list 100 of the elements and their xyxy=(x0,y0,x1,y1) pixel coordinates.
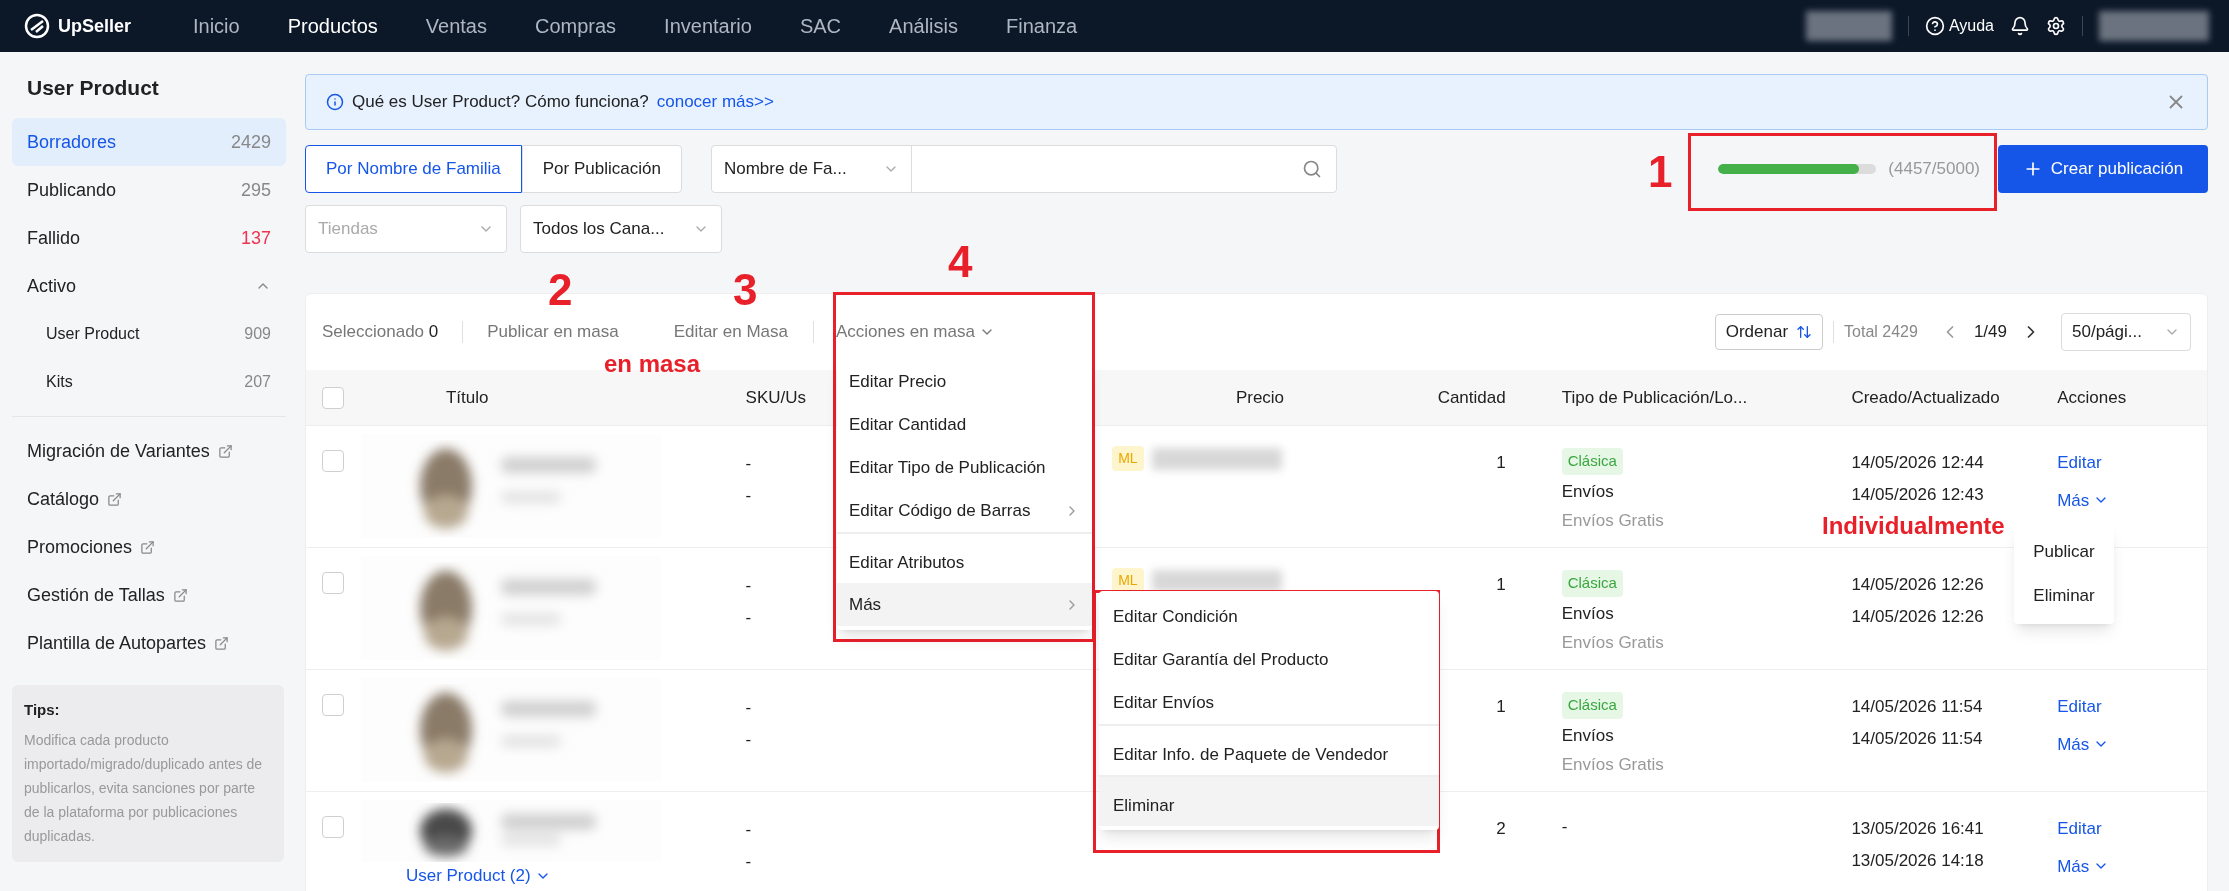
tips-text: Modifica cada producto importado/migrado/duplicado antes de publicarlos, evita sanciones por parte de la plataforma por publicaciones duplicadas. xyxy=(24,730,264,846)
checkbox[interactable] xyxy=(322,572,344,594)
sidebar-item[interactable]: User Product 909 xyxy=(12,310,286,358)
menu-item[interactable]: Editar Precio xyxy=(837,360,1092,403)
ml-badge: ML xyxy=(1112,446,1144,471)
quantity-text: 2 xyxy=(1496,819,1506,838)
help-button[interactable]: Ayuda xyxy=(1924,14,1994,38)
logo-text: UpSeller xyxy=(58,14,132,38)
external-link-icon xyxy=(217,443,233,459)
sidebar-item[interactable]: Borradores 2429 xyxy=(12,118,286,166)
bulk-actions-button[interactable]: Acciones en masa xyxy=(835,319,995,345)
menu-item[interactable]: Publicar xyxy=(2014,530,2114,574)
bulk-publish-button[interactable]: Publicar en masa xyxy=(487,319,619,345)
sku-text: - xyxy=(745,453,752,475)
nav-item[interactable]: Compras xyxy=(510,11,641,41)
type-tag: Clásica xyxy=(1561,448,1623,475)
menu-item[interactable]: Eliminar xyxy=(2014,574,2114,618)
external-link-icon xyxy=(172,587,188,603)
shipping-text: Envíos Gratis xyxy=(1561,510,1664,532)
nav-item[interactable]: Productos xyxy=(263,11,402,41)
updated-date: 14/05/2026 12:43 xyxy=(1851,483,1984,506)
sidebar-count: 295 xyxy=(240,178,271,202)
bulk-edit-button[interactable]: Editar en Masa xyxy=(673,319,788,345)
filter-select[interactable]: Todos los Cana... xyxy=(520,205,722,253)
external-link-icon xyxy=(214,635,230,651)
sku-text: - xyxy=(745,850,752,873)
menu-item[interactable]: Eliminar xyxy=(1099,775,1439,826)
type-text: Envíos xyxy=(1561,724,1614,747)
menu-item[interactable]: Editar Cantidad xyxy=(837,403,1092,446)
shipping-text: Envíos Gratis xyxy=(1561,632,1664,654)
nav-item[interactable]: SAC xyxy=(775,11,866,41)
nav-item[interactable]: Inicio xyxy=(169,11,264,41)
selected-count: Seleccionado 0 xyxy=(322,321,439,344)
nav-item[interactable]: Finanza xyxy=(981,11,1102,41)
sidebar-item[interactable]: Activo xyxy=(12,262,286,310)
view-tab[interactable]: Por Nombre de Familia xyxy=(305,145,522,193)
sidebar-title: User Product xyxy=(26,75,160,101)
sort-icon xyxy=(1796,324,1813,340)
nav-item[interactable]: Inventario xyxy=(640,11,776,41)
sidebar-label: Activo xyxy=(27,274,77,298)
sku-text: - xyxy=(745,697,752,719)
sidebar-item[interactable]: Publicando 295 xyxy=(12,166,286,214)
checkbox[interactable] xyxy=(322,450,344,472)
checkbox[interactable] xyxy=(322,816,344,838)
edit-link[interactable]: Editar xyxy=(2057,694,2102,720)
edit-link[interactable]: Editar xyxy=(2057,816,2102,842)
updated-date: 14/05/2026 12:26 xyxy=(1851,605,1984,628)
updated-date: 14/05/2026 11:54 xyxy=(1851,727,1983,750)
sort-button[interactable]: Ordenar xyxy=(1714,314,1824,350)
more-link[interactable]: Más xyxy=(2057,487,2110,513)
sidebar-link[interactable]: Migración de Variantes xyxy=(12,427,286,475)
sku-text: - xyxy=(745,606,752,629)
nav-item[interactable]: Ventas xyxy=(401,11,511,41)
column-header: Cantidad xyxy=(1437,387,1506,407)
create-button[interactable]: Crear publicación xyxy=(1998,145,2208,193)
checkbox[interactable] xyxy=(322,694,344,716)
type-tag: Clásica xyxy=(1561,570,1623,597)
menu-item[interactable]: Editar Tipo de Publicación xyxy=(837,446,1092,489)
sidebar-link[interactable]: Gestión de Tallas xyxy=(12,571,286,619)
menu-item[interactable]: Editar Garantía del Producto xyxy=(1099,638,1439,681)
sku-text: - xyxy=(745,575,752,597)
menu-item[interactable]: Editar Envíos xyxy=(1099,681,1439,724)
quota-reading: (4457/5000) xyxy=(1888,158,1980,181)
info-icon xyxy=(326,93,344,111)
menu-item[interactable]: Editar Condición xyxy=(1099,595,1439,638)
sidebar-item[interactable]: Fallido 137 xyxy=(12,214,286,262)
type-tag: Clásica xyxy=(1561,692,1623,719)
sidebar-count: 207 xyxy=(244,372,271,392)
menu-item[interactable]: Más xyxy=(837,583,1092,626)
column-header: Creado/Actualizado xyxy=(1851,387,2000,407)
nav-item[interactable]: Análisis xyxy=(865,11,982,41)
checkbox[interactable] xyxy=(322,386,344,409)
more-link[interactable]: Más xyxy=(2057,731,2110,757)
sidebar-link[interactable]: Promociones xyxy=(12,523,286,571)
annotation-label: en masa xyxy=(604,352,701,376)
settings-icon[interactable] xyxy=(2046,16,2066,36)
annotation-number: 1 xyxy=(1648,150,1673,194)
view-tab[interactable]: Por Publicación xyxy=(521,145,682,193)
annotation-label: Individualmente xyxy=(1822,514,2005,538)
quantity-text: 1 xyxy=(1496,575,1506,594)
type-text: - xyxy=(1561,816,1568,838)
sidebar-link[interactable]: Catálogo xyxy=(12,475,286,523)
quantity-text: 1 xyxy=(1496,453,1506,472)
sidebar-item[interactable]: Kits 207 xyxy=(12,358,286,406)
external-link-icon xyxy=(107,491,123,507)
banner-link[interactable]: conocer más>> xyxy=(656,89,774,115)
sidebar-link[interactable]: Plantilla de Autopartes xyxy=(12,619,286,667)
page-indicator: 1/49 xyxy=(1973,321,2007,344)
sidebar-label: Fallido xyxy=(27,226,81,250)
banner-text: Qué es User Product? Cómo funciona? xyxy=(352,91,649,114)
sku-text: - xyxy=(745,728,752,751)
edit-link[interactable]: Editar xyxy=(2057,450,2102,476)
group-link[interactable]: User Product (2) xyxy=(405,863,551,889)
more-link[interactable]: Más xyxy=(2057,853,2110,879)
bell-icon[interactable] xyxy=(2010,16,2030,36)
page-size-select[interactable]: 50/pági... xyxy=(2061,313,2191,351)
sidebar-count: 137 xyxy=(240,226,271,250)
annotation-number: 4 xyxy=(948,240,973,284)
menu-item[interactable]: Editar Código de Barras xyxy=(837,489,1092,532)
sidebar-count: 909 xyxy=(244,324,271,344)
